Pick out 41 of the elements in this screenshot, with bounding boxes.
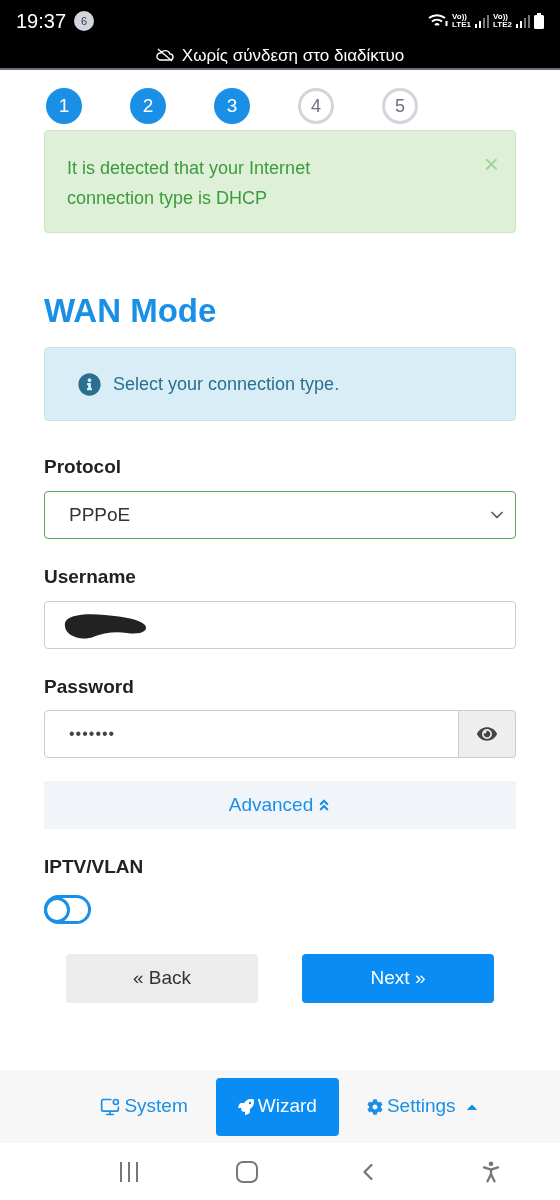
field-label: IPTV/VLAN <box>44 855 145 879</box>
info-message: Select your connection type. <box>113 372 340 396</box>
cloud-off-icon <box>155 48 174 63</box>
clock: 19:37 <box>16 9 67 35</box>
gear-icon <box>366 1098 383 1115</box>
step-indicator: 1 <box>46 88 82 124</box>
eye-icon <box>477 724 497 744</box>
iptv-switch[interactable] <box>44 895 91 924</box>
recent-apps-icon[interactable] <box>117 1160 140 1183</box>
step-indicator: 3 <box>214 88 250 124</box>
alert-message: It is detected that your Internet connection type is DHCP <box>67 157 312 210</box>
show-password-button[interactable] <box>459 710 516 758</box>
back-button[interactable]: « Back <box>66 954 258 1003</box>
battery-icon <box>534 13 544 30</box>
rocket-icon <box>237 1098 254 1115</box>
field-label: Username <box>44 565 137 589</box>
field-label: Password <box>44 675 135 699</box>
signal-icon <box>475 14 490 29</box>
page-title: WAN Mode <box>44 291 218 331</box>
nav-tab[interactable]: System <box>96 1077 192 1136</box>
username-field[interactable] <box>44 601 516 649</box>
offline-notice: Χωρίς σύνδεση στο διαδίκτυο <box>181 44 405 67</box>
step-indicator: 4 <box>298 88 334 124</box>
nav-tab[interactable]: Settings <box>362 1077 484 1136</box>
network-label: LTE2 <box>493 21 512 30</box>
password-field[interactable]: ••••••• <box>44 710 459 758</box>
notification-badge: 6 <box>74 11 95 32</box>
network-label: LTE1 <box>452 21 472 30</box>
volte-label: Vo)) <box>452 13 468 22</box>
advanced-toggle[interactable]: Advanced <box>44 781 516 829</box>
monitor-icon <box>100 1096 121 1117</box>
home-icon[interactable] <box>234 1159 259 1184</box>
info-icon <box>78 372 101 396</box>
step-indicator: 2 <box>130 88 166 124</box>
signal-icon <box>516 14 530 29</box>
next-button[interactable]: Next » <box>302 954 494 1003</box>
field-label: Protocol <box>44 455 123 479</box>
step-indicator: 5 <box>382 88 418 124</box>
volte-label: Vo)) <box>493 13 508 22</box>
nav-tab[interactable]: Wizard <box>215 1077 339 1136</box>
protocol-select[interactable]: PPPoE <box>44 491 516 539</box>
